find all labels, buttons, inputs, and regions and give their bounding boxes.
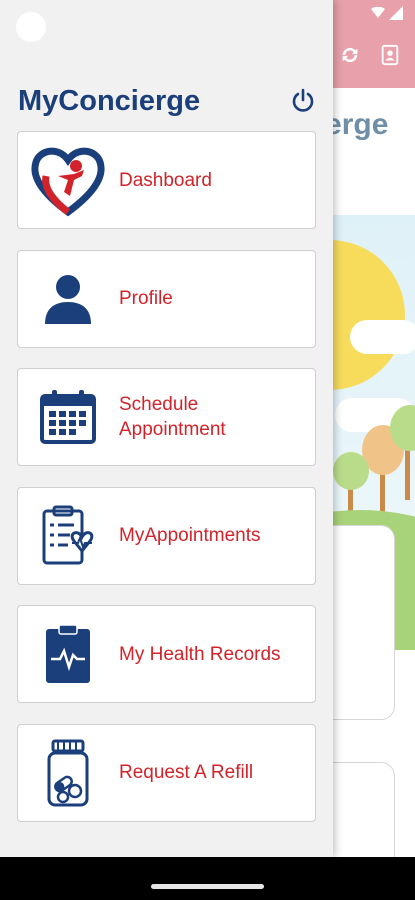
drawer-header: MyConcierge — [18, 80, 318, 122]
wifi-icon — [371, 7, 385, 18]
person-icon — [18, 250, 118, 348]
sync-icon[interactable] — [339, 44, 361, 66]
menu-label: Dashboard — [119, 169, 212, 191]
tree-shape — [333, 452, 369, 490]
heart-person-logo-icon — [18, 131, 118, 229]
calendar-icon — [18, 368, 118, 466]
menu-item-my-health-records[interactable]: My Health Records — [17, 605, 316, 704]
power-button[interactable] — [288, 86, 318, 116]
drawer-menu: Dashboard Profile Schedule Appointment M… — [17, 131, 317, 843]
signal-icon — [389, 6, 403, 20]
status-icons — [371, 6, 403, 20]
camera-cutout — [16, 12, 46, 42]
menu-label: Request A Refill — [119, 762, 254, 784]
menu-item-myappointments[interactable]: MyAppointments — [17, 486, 316, 585]
menu-item-dashboard[interactable]: Dashboard — [17, 131, 316, 229]
menu-label: Profile — [119, 288, 173, 310]
home-gesture-pill[interactable] — [151, 884, 264, 889]
system-nav-bar — [0, 857, 415, 900]
power-icon — [292, 88, 314, 112]
menu-item-profile[interactable]: Profile — [17, 249, 316, 348]
navigation-drawer: MyConcierge Dashboard Profile Schedule A… — [0, 0, 333, 857]
menu-label: MyAppointments — [119, 525, 261, 547]
menu-label: Schedule Appointment — [119, 394, 226, 441]
contacts-icon[interactable] — [379, 44, 401, 66]
menu-item-request-a-refill[interactable]: Request A Refill — [17, 723, 316, 822]
clipboard-checklist-icon — [18, 487, 118, 585]
pill-bottle-icon — [18, 724, 118, 822]
cloud-shape — [350, 320, 415, 354]
app-title: MyConcierge — [18, 84, 201, 117]
clipboard-heartbeat-icon — [18, 605, 118, 703]
menu-label: My Health Records — [119, 643, 281, 665]
menu-item-schedule-appointment[interactable]: Schedule Appointment — [17, 368, 316, 467]
